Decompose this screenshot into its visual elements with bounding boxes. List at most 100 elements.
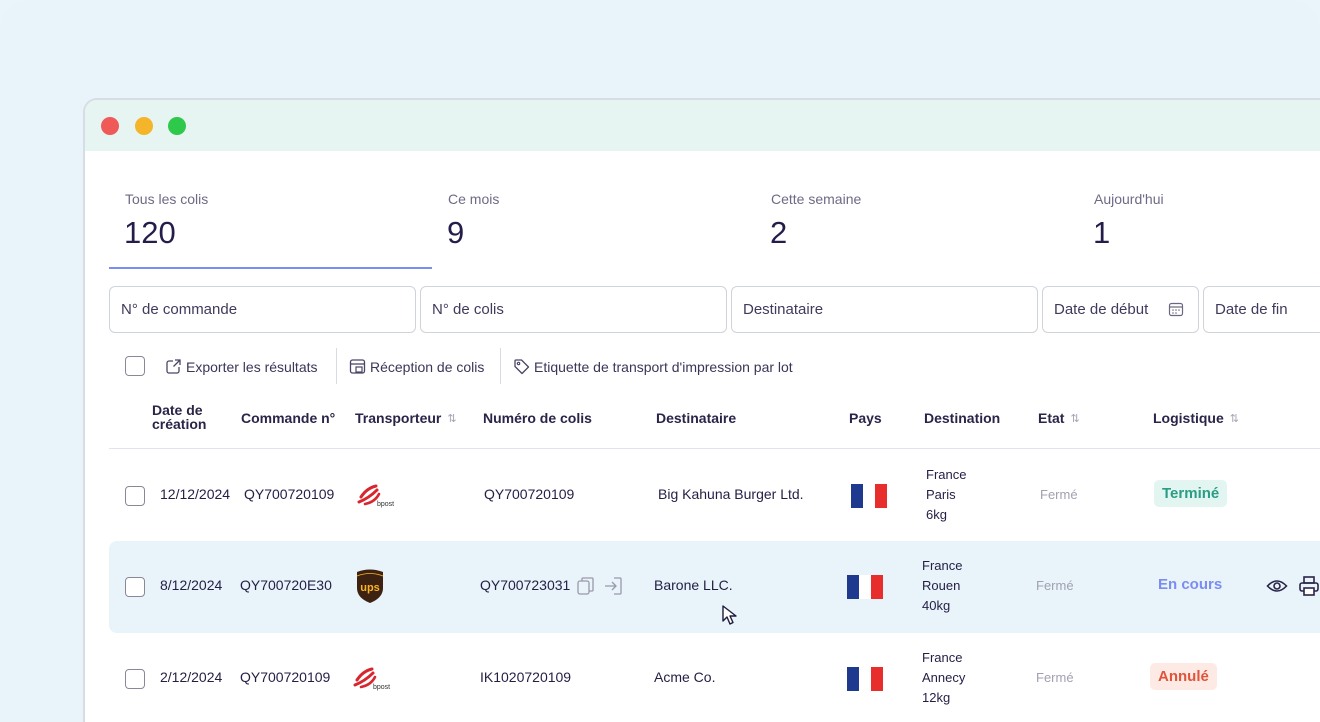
divider bbox=[500, 348, 501, 384]
bpost-logo: bpost bbox=[357, 484, 394, 508]
column-destination[interactable]: Destination bbox=[924, 410, 1000, 426]
tab-this-month[interactable]: Ce mois 9 bbox=[432, 191, 755, 269]
logistics-status-badge: Terminé bbox=[1154, 480, 1228, 507]
select-all-checkbox[interactable] bbox=[125, 356, 145, 376]
recipient: Big Kahuna Burger Ltd. bbox=[658, 486, 804, 502]
destination-country: France bbox=[922, 558, 963, 573]
sort-icon[interactable]: ⇅ bbox=[1230, 412, 1239, 425]
batch-label-print-button[interactable]: Etiquette de transport d'impression par … bbox=[513, 358, 793, 375]
open-tracking-icon[interactable] bbox=[602, 575, 624, 597]
destination-city: Rouen bbox=[922, 578, 961, 593]
stat-label: Aujourd'hui bbox=[1094, 191, 1164, 207]
carrier-name: ups bbox=[360, 582, 380, 594]
stat-value: 9 bbox=[447, 215, 465, 250]
printer-icon[interactable] bbox=[1298, 575, 1320, 597]
tag-icon bbox=[514, 359, 530, 375]
table-row[interactable]: 12/12/2024 QY700720109 bpost QY700720109… bbox=[109, 450, 1320, 542]
copy-icon[interactable] bbox=[575, 575, 597, 597]
stat-label: Tous les colis bbox=[125, 191, 209, 207]
column-label: Etat bbox=[1038, 410, 1065, 426]
carrier-name: bpost bbox=[377, 501, 394, 508]
created-date: 2/12/2024 bbox=[160, 669, 223, 685]
window-titlebar bbox=[85, 100, 1320, 151]
tab-today[interactable]: Aujourd'hui 1 bbox=[1078, 191, 1320, 269]
column-country[interactable]: Pays bbox=[849, 410, 882, 426]
start-date-input[interactable]: Date de début bbox=[1042, 286, 1199, 333]
mouse-cursor-icon bbox=[722, 605, 737, 625]
column-label: Transporteur bbox=[355, 410, 442, 426]
recipient: Acme Co. bbox=[654, 669, 716, 685]
bulk-actions-toolbar: Exporter les résultats Réception de coli… bbox=[109, 348, 1320, 384]
destination: France Annecy 12kg bbox=[922, 648, 965, 708]
destination-city: Annecy bbox=[922, 670, 966, 685]
table-row[interactable]: 8/12/2024 QY700720E30 ups QY700723031 Ba… bbox=[109, 541, 1320, 633]
order-number[interactable]: QY700720109 bbox=[244, 486, 334, 502]
stat-label: Ce mois bbox=[448, 191, 500, 207]
order-number[interactable]: QY700720109 bbox=[240, 669, 330, 685]
reception-icon bbox=[349, 359, 366, 374]
created-date: 8/12/2024 bbox=[160, 577, 223, 593]
stat-value: 1 bbox=[1093, 215, 1111, 250]
export-results-button[interactable]: Exporter les résultats bbox=[165, 358, 318, 375]
column-label: création bbox=[152, 416, 207, 432]
parcel-number[interactable]: IK1020720109 bbox=[480, 669, 571, 685]
column-carrier[interactable]: Transporteur ⇅ bbox=[355, 410, 457, 426]
sort-icon[interactable]: ⇅ bbox=[447, 412, 456, 425]
column-label: Pays bbox=[849, 410, 882, 426]
france-flag-icon bbox=[847, 667, 883, 691]
france-flag-icon bbox=[847, 575, 883, 599]
column-label: Numéro de colis bbox=[483, 410, 592, 426]
state-value: Fermé bbox=[1036, 670, 1074, 685]
order-number[interactable]: QY700720E30 bbox=[240, 577, 332, 593]
stat-label: Cette semaine bbox=[771, 191, 862, 207]
ups-logo: ups bbox=[356, 569, 384, 603]
filter-bar: N° de commande N° de colis Destinataire … bbox=[109, 286, 1320, 334]
column-recipient[interactable]: Destinataire bbox=[656, 410, 736, 426]
parcel-number-input[interactable]: N° de colis bbox=[420, 286, 727, 333]
state-value: Fermé bbox=[1040, 487, 1078, 502]
recipient-input[interactable]: Destinataire bbox=[731, 286, 1038, 333]
calendar-icon[interactable] bbox=[1168, 301, 1184, 317]
tab-all-parcels[interactable]: Tous les colis 120 bbox=[109, 191, 432, 269]
column-label: Destinataire bbox=[656, 410, 737, 426]
france-flag-icon bbox=[851, 484, 887, 508]
column-parcel-number[interactable]: Numéro de colis bbox=[483, 410, 592, 426]
parcel-weight: 6kg bbox=[926, 507, 947, 522]
column-logistics[interactable]: Logistique ⇅ bbox=[1153, 410, 1239, 426]
row-checkbox[interactable] bbox=[125, 577, 145, 597]
column-order[interactable]: Commande n° bbox=[241, 410, 335, 426]
minimize-window-button[interactable] bbox=[135, 117, 153, 135]
reception-label: Réception de colis bbox=[370, 358, 485, 375]
eye-icon[interactable] bbox=[1266, 575, 1288, 597]
table-row[interactable]: 2/12/2024 QY700720109 bpost IK1020720109… bbox=[109, 633, 1320, 722]
stats-tabs: Tous les colis 120 Ce mois 9 Cette semai… bbox=[109, 191, 1320, 269]
end-date-input[interactable]: Date de fin bbox=[1203, 286, 1320, 333]
carrier-name: bpost bbox=[373, 684, 390, 691]
parcel-number[interactable]: QY700720109 bbox=[484, 486, 574, 502]
main-content: Tous les colis 120 Ce mois 9 Cette semai… bbox=[85, 151, 1320, 722]
app-window: Tous les colis 120 Ce mois 9 Cette semai… bbox=[83, 98, 1320, 722]
start-date-label: Date de début bbox=[1054, 301, 1149, 318]
parcel-reception-button[interactable]: Réception de colis bbox=[349, 358, 484, 375]
column-label: Commande n° bbox=[241, 410, 336, 426]
parcel-number[interactable]: QY700723031 bbox=[480, 577, 570, 593]
destination-country: France bbox=[922, 650, 963, 665]
row-checkbox[interactable] bbox=[125, 669, 145, 689]
destination: France Paris 6kg bbox=[926, 465, 966, 525]
logistics-status-badge: Annulé bbox=[1150, 663, 1217, 690]
sort-icon[interactable]: ⇅ bbox=[1070, 412, 1079, 425]
order-number-input[interactable]: N° de commande bbox=[109, 286, 416, 333]
parcel-weight: 12kg bbox=[922, 690, 951, 705]
column-state[interactable]: Etat ⇅ bbox=[1038, 410, 1080, 426]
divider bbox=[336, 348, 337, 384]
close-window-button[interactable] bbox=[101, 117, 119, 135]
tab-this-week[interactable]: Cette semaine 2 bbox=[755, 191, 1078, 269]
stat-value: 120 bbox=[124, 215, 176, 250]
maximize-window-button[interactable] bbox=[168, 117, 186, 135]
created-date: 12/12/2024 bbox=[160, 486, 231, 502]
column-created-date[interactable]: Date de création bbox=[152, 403, 206, 431]
column-label: Logistique bbox=[1153, 410, 1224, 426]
destination-city: Paris bbox=[926, 487, 956, 502]
parcel-weight: 40kg bbox=[922, 598, 951, 613]
row-checkbox[interactable] bbox=[125, 486, 145, 506]
